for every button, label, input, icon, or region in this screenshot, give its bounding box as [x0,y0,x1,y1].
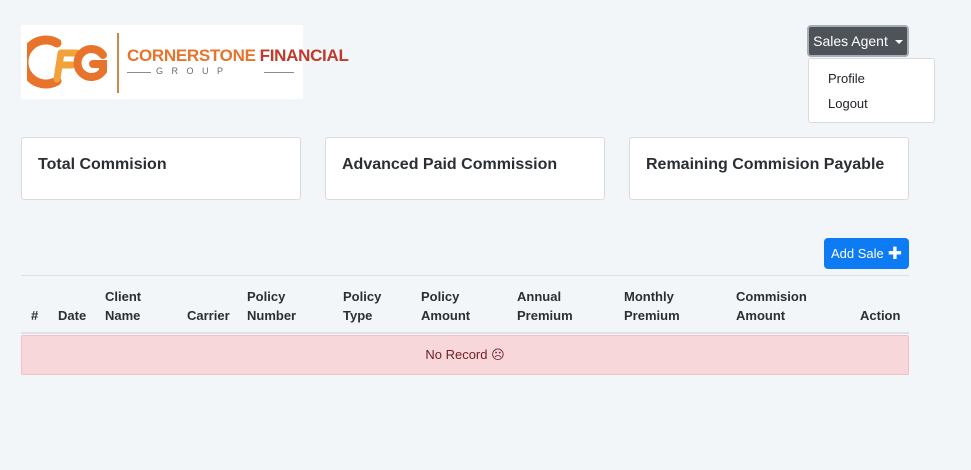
col-header-line2: Amount [421,308,471,323]
logo-divider [117,33,119,93]
menu-item-profile[interactable]: Profile [828,71,865,86]
col-header-line2: Premium [624,308,680,323]
col-header-line2: Number [247,308,297,323]
col-header-line1 [31,287,38,306]
logo-word-cornerstone: CORNERSTONE [127,46,256,65]
col-header-line2: # [31,308,39,323]
col-header-line1: Commision [736,289,807,304]
logo-line-right [264,72,294,73]
card-title: Remaining Commision Payable [646,156,885,173]
col-header-date[interactable]: Date [58,287,86,325]
menu-item-logout[interactable]: Logout [828,96,868,111]
col-header-line1: Policy [421,289,460,304]
col-header-commission-amount[interactable]: Commision Amount [736,287,807,325]
card-remaining-commission: Remaining Commision Payable [629,137,909,200]
card-title: Total Commision [38,156,167,173]
col-header-line1 [860,287,900,306]
add-sale-label: Add Sale [830,246,884,261]
col-header-annual-premium[interactable]: Annual Premium [517,287,573,325]
user-menu-button[interactable]: Sales Agent [807,25,909,57]
col-header-line1: Policy [343,289,382,304]
table-top-border [21,275,909,276]
col-header-line1: Client [105,289,142,304]
col-header-line1 [58,287,86,306]
card-total-commission: Total Commision [21,137,301,200]
col-header-client-name[interactable]: Client Name [105,287,141,325]
col-header-line2: Carrier [187,308,230,323]
empty-message: No Record ☹ [425,347,505,362]
col-header-carrier[interactable]: Carrier [187,287,230,325]
cfg-logo-mark-icon [27,35,107,89]
user-dropdown-menu: Profile Logout [808,58,935,123]
col-header-line2: Date [58,308,87,323]
col-header-line2: Name [105,308,141,323]
logo-word-financial: FINANCIAL [259,46,349,65]
col-header-number[interactable]: # [31,287,38,325]
empty-table-row: No Record ☹ [21,335,909,375]
caret-down-icon [894,39,903,44]
col-header-policy-amount[interactable]: Policy Amount [421,287,470,325]
col-header-line2: Type [343,308,373,323]
col-header-line1 [187,287,230,306]
col-header-policy-number[interactable]: Policy Number [247,287,296,325]
logo-tagline: GROUP [156,66,232,76]
col-header-action[interactable]: Action [860,287,900,325]
card-advanced-paid-commission: Advanced Paid Commission [325,137,605,200]
logo-company-name: CORNERSTONE FINANCIAL [127,46,349,66]
col-header-line2: Amount [736,308,786,323]
col-header-policy-type[interactable]: Policy Type [343,287,381,325]
user-menu-label: Sales Agent [813,33,888,49]
table-header-border [21,332,909,334]
company-logo: CORNERSTONE FINANCIAL GROUP [21,25,349,99]
logo-line-left [127,72,151,73]
col-header-line2: Action [860,308,901,323]
col-header-monthly-premium[interactable]: Monthly Premium [624,287,680,325]
plus-icon: ✚ [887,243,902,263]
col-header-line1: Monthly [624,289,674,304]
col-header-line2: Premium [517,308,573,323]
add-sale-button[interactable]: Add Sale ✚ [824,238,909,269]
col-header-line1: Policy [247,289,286,304]
card-title: Advanced Paid Commission [342,156,558,173]
col-header-line1: Annual [517,289,562,304]
